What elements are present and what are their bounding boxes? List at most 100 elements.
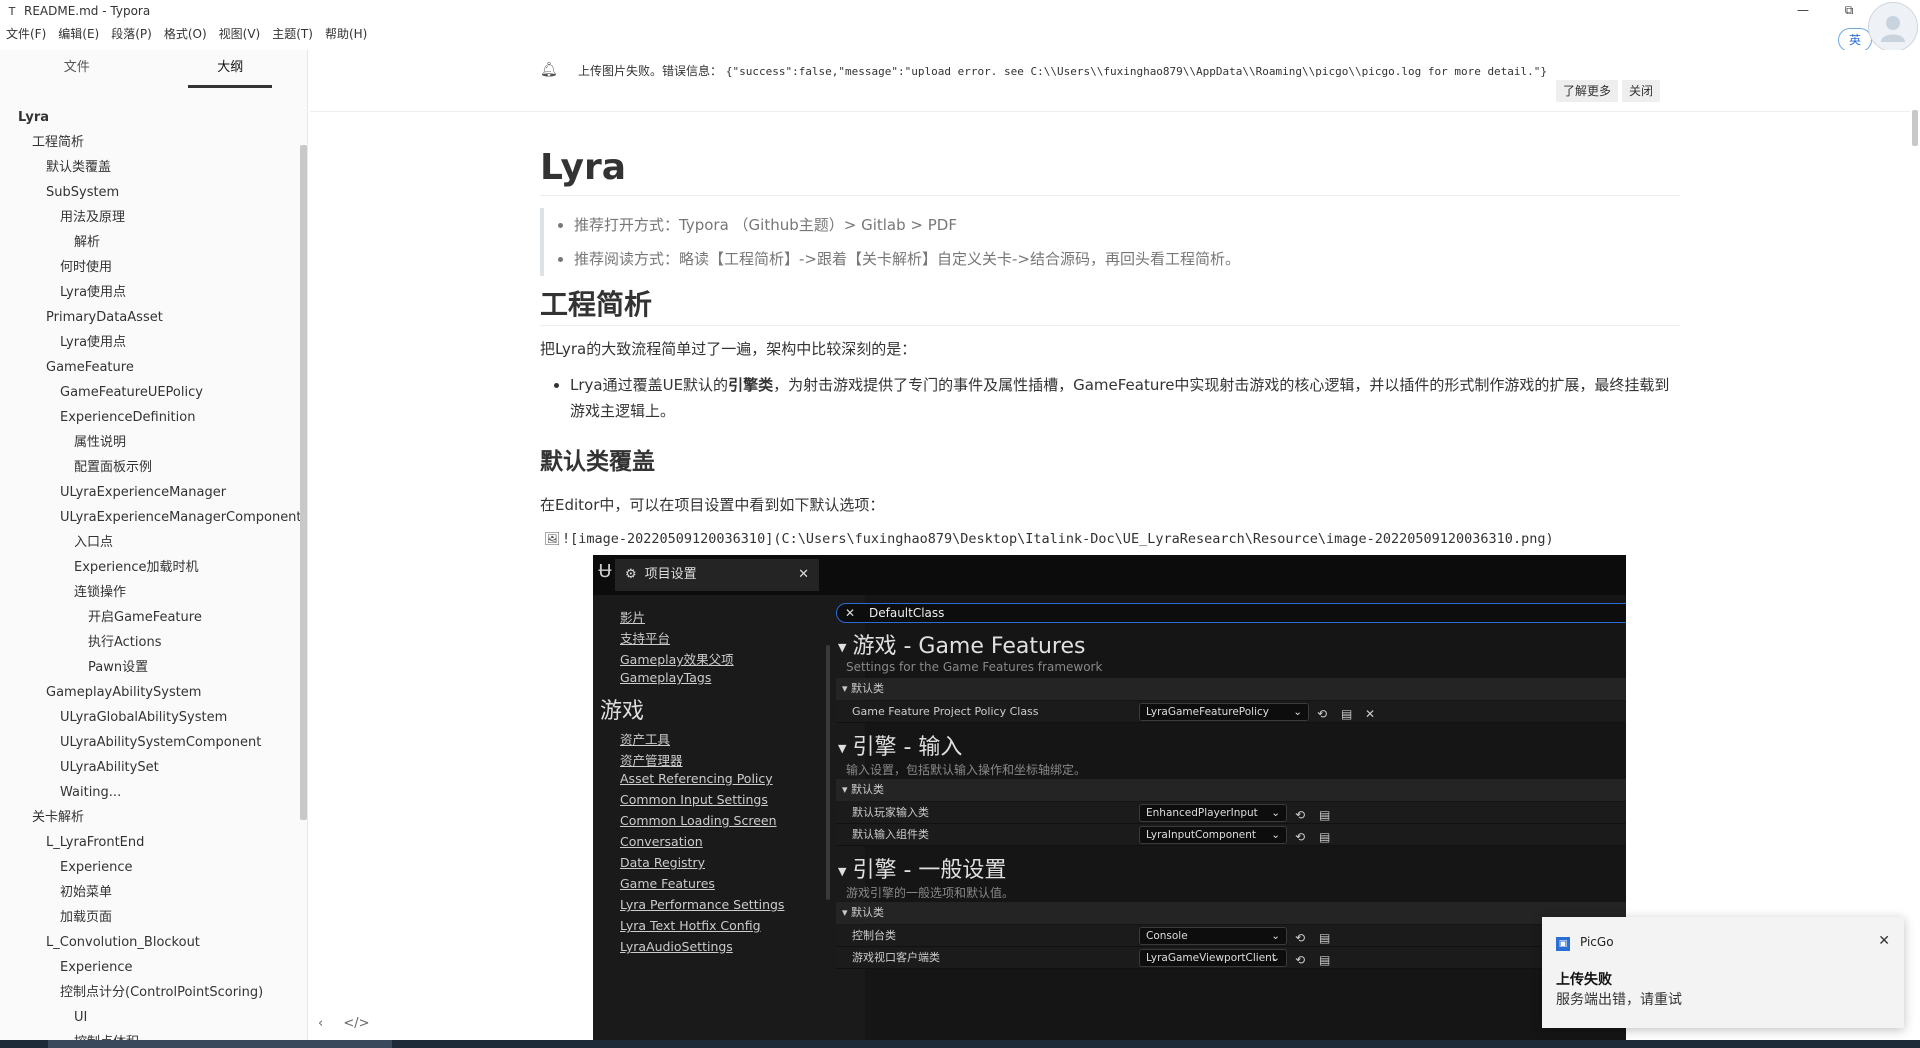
reset-to-default-icon[interactable]: ⟲	[1295, 927, 1305, 949]
reset-to-default-icon[interactable]: ⟲	[1295, 949, 1305, 971]
outline-item[interactable]: 工程简析	[0, 130, 300, 155]
ue-class-dropdown[interactable]: LyraInputComponent ⌄	[1139, 826, 1287, 844]
ue-category-header[interactable]: ▾ 默认类	[836, 678, 1626, 700]
collapse-sidebar-icon[interactable]: ‹	[318, 1016, 323, 1031]
ue-class-dropdown[interactable]: LyraGameViewportClient ⌄	[1139, 949, 1287, 967]
outline-item[interactable]: 配置面板示例	[0, 455, 300, 480]
outline-item[interactable]: 初始菜单	[0, 880, 300, 905]
paragraph[interactable]: 在Editor中，可以在项目设置中看到如下默认选项：	[540, 492, 1680, 518]
browse-asset-icon[interactable]: ▤	[1341, 703, 1352, 725]
outline-item[interactable]: Lyra使用点	[0, 280, 300, 305]
outline-item[interactable]: Experience加载时机	[0, 555, 300, 580]
outline-item[interactable]: Experience	[0, 955, 300, 980]
ue-class-dropdown[interactable]: Console ⌄	[1139, 927, 1287, 945]
tab-outline[interactable]: 大纲	[154, 50, 308, 90]
ue-nav-link[interactable]: Common Loading Screen	[620, 813, 777, 828]
outline-item[interactable]: SubSystem	[0, 180, 300, 205]
quote-item[interactable]: 推荐阅读方式：略读【工程简析】->跟着【关卡解析】自定义关卡->结合源码，再回头…	[574, 242, 1680, 276]
browse-asset-icon[interactable]: ▤	[1319, 949, 1330, 971]
ue-nav-link[interactable]: 资产工具	[620, 729, 670, 748]
ue-nav-link[interactable]: Lyra Performance Settings	[620, 897, 784, 912]
outline-item[interactable]: ULyraExperienceManager	[0, 480, 300, 505]
outline-item[interactable]: 何时使用	[0, 255, 300, 280]
outline-item[interactable]: L_Convolution_Blockout	[0, 930, 300, 955]
heading-default-class-override[interactable]: 默认类覆盖	[540, 442, 1680, 482]
reset-to-default-icon[interactable]: ⟲	[1295, 804, 1305, 826]
ue-nav-link[interactable]: Common Input Settings	[620, 792, 768, 807]
outline-item[interactable]: ULyraGlobalAbilitySystem	[0, 705, 300, 730]
maximize-button[interactable]: ⧉	[1826, 0, 1872, 22]
outline-item[interactable]: 属性说明	[0, 430, 300, 455]
clear-search-icon[interactable]: ✕	[845, 604, 855, 622]
collapse-triangle-icon[interactable]: ▼	[838, 641, 846, 654]
collapse-triangle-icon[interactable]: ▼	[838, 742, 846, 755]
outline-item[interactable]: 开启GameFeature	[0, 605, 300, 630]
outline-item[interactable]: 执行Actions	[0, 630, 300, 655]
outline-item[interactable]: Lyra使用点	[0, 330, 300, 355]
toast-close-icon[interactable]: ✕	[1878, 933, 1890, 949]
avatar[interactable]	[1868, 2, 1918, 52]
outline-item[interactable]: 默认类覆盖	[0, 155, 300, 180]
ue-nav-link[interactable]: Conversation	[620, 834, 703, 849]
menu-file[interactable]: 文件(F)	[0, 25, 52, 42]
ue-nav-link[interactable]: Asset Referencing Policy	[620, 771, 773, 786]
ue-category-header[interactable]: ▾ 默认类	[836, 902, 1626, 924]
collapse-triangle-icon[interactable]: ▼	[838, 865, 846, 878]
tab-files[interactable]: 文件	[0, 50, 154, 90]
menu-help[interactable]: 帮助(H)	[319, 25, 373, 42]
outline-item[interactable]: PrimaryDataAsset	[0, 305, 300, 330]
paragraph[interactable]: 把Lyra的大致流程简单过了一遍，架构中比较深刻的是：	[540, 336, 1680, 362]
outline-item[interactable]: Experience	[0, 855, 300, 880]
outline-item[interactable]: 用法及原理	[0, 205, 300, 230]
ue-category-header[interactable]: ▾ 默认类	[836, 779, 1626, 801]
outline-item[interactable]: 控制点计分(ControlPointScoring)	[0, 980, 300, 1005]
ue-nav-link[interactable]: LyraAudioSettings	[620, 939, 733, 954]
ue-class-dropdown[interactable]: LyraGameFeaturePolicy ⌄	[1139, 703, 1309, 721]
ue-nav-scrollbar[interactable]	[826, 645, 830, 900]
document-scrollbar[interactable]	[1912, 110, 1918, 146]
outline-item[interactable]: Pawn设置	[0, 655, 300, 680]
ue-nav-link[interactable]: Data Registry	[620, 855, 705, 870]
close-banner-button[interactable]: 关闭	[1622, 80, 1661, 102]
menu-edit[interactable]: 编辑(E)	[52, 25, 105, 42]
outline-item[interactable]: 关卡解析	[0, 805, 300, 830]
outline-item[interactable]: ULyraAbilitySet	[0, 755, 300, 780]
outline-item[interactable]: 控制点体积	[0, 1030, 300, 1040]
ue-nav-link[interactable]: Gameplay效果父项	[620, 649, 734, 668]
outline-item[interactable]: 入口点	[0, 530, 300, 555]
ue-nav-link[interactable]: Game Features	[620, 876, 715, 891]
reset-to-default-icon[interactable]: ⟲	[1317, 703, 1327, 725]
reset-to-default-icon[interactable]: ⟲	[1295, 826, 1305, 848]
image-source-text[interactable]: ![image-20220509120036310](C:\Users\fuxi…	[562, 531, 1554, 547]
source-code-mode-icon[interactable]: </>	[343, 1016, 369, 1031]
outline-item[interactable]: ExperienceDefinition	[0, 405, 300, 430]
heading-project-analysis[interactable]: 工程简析	[540, 284, 1680, 326]
minimize-button[interactable]: —	[1780, 0, 1826, 22]
outline-item[interactable]: GameFeatureUEPolicy	[0, 380, 300, 405]
ue-nav-link[interactable]: 资产管理器	[620, 750, 683, 769]
ue-class-dropdown[interactable]: EnhancedPlayerInput ⌄	[1139, 804, 1287, 822]
ue-nav-link[interactable]: 支持平台	[620, 628, 670, 647]
outline-item[interactable]: 加载页面	[0, 905, 300, 930]
list-item[interactable]: Lrya通过覆盖UE默认的引擎类，为射击游戏提供了专门的事件及属性插槽，Game…	[570, 372, 1680, 424]
browse-asset-icon[interactable]: ▤	[1319, 927, 1330, 949]
ue-search-input[interactable]: ✕ DefaultClass	[836, 603, 1626, 623]
heading-lyra[interactable]: Lyra	[540, 140, 1680, 196]
ue-nav-link[interactable]: Lyra Text Hotfix Config	[620, 918, 761, 933]
outline-item[interactable]: 连锁操作	[0, 580, 300, 605]
ime-indicator[interactable]: 英	[1838, 28, 1872, 52]
outline-item[interactable]: Lyra	[0, 105, 300, 130]
browse-asset-icon[interactable]: ▤	[1319, 804, 1330, 826]
learn-more-button[interactable]: 了解更多	[1556, 80, 1619, 102]
clear-value-icon[interactable]: ✕	[1365, 703, 1375, 725]
menu-format[interactable]: 格式(O)	[158, 25, 213, 42]
outline-item[interactable]: ULyraAbilitySystemComponent	[0, 730, 300, 755]
outline-item[interactable]: L_LyraFrontEnd	[0, 830, 300, 855]
ue-nav-link[interactable]: 影片	[620, 607, 645, 626]
outline-item[interactable]: Waiting...	[0, 780, 300, 805]
outline-item[interactable]: 解析	[0, 230, 300, 255]
menu-view[interactable]: 视图(V)	[213, 25, 267, 42]
outline-item[interactable]: UI	[0, 1005, 300, 1030]
ue-nav-link[interactable]: GameplayTags	[620, 670, 711, 685]
outline-item[interactable]: ULyraExperienceManagerComponent	[0, 505, 300, 530]
